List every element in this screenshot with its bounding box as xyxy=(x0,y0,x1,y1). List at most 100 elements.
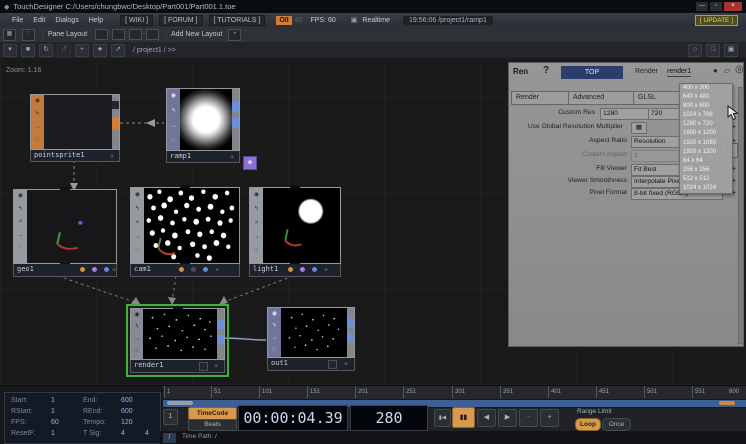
pickable-flag[interactable] xyxy=(104,267,109,272)
node-render1-selected[interactable]: ◉ ϟ → ☞ xyxy=(126,304,229,377)
panel-scrollbar[interactable] xyxy=(738,87,744,344)
node-plus[interactable]: + xyxy=(112,265,116,275)
menu-edit[interactable]: Edit xyxy=(33,17,45,24)
stat-value[interactable]: 600 xyxy=(121,407,133,417)
use-global-checkbox[interactable]: ▦ xyxy=(631,122,647,134)
node-name-bar[interactable]: render1 + xyxy=(130,360,225,373)
node-flag-icons[interactable]: ◉ ϟ × → ☞ xyxy=(14,190,27,263)
param-arrow-icon[interactable]: ▸ xyxy=(733,123,736,130)
render-flag[interactable] xyxy=(288,267,293,272)
render-flag[interactable] xyxy=(80,267,85,272)
menu-item-resolution[interactable]: 1280 x 720 xyxy=(680,120,732,129)
slash-icon[interactable]: / xyxy=(163,433,176,443)
hand-icon[interactable]: ☞ xyxy=(22,29,35,41)
stat-value[interactable]: 4 xyxy=(121,429,125,439)
beats-mode-button[interactable]: Beats xyxy=(188,419,237,431)
menu-item-resolution[interactable]: 256 x 256 xyxy=(680,166,732,175)
node-plus[interactable]: + xyxy=(324,265,328,275)
stat-value[interactable]: 120 xyxy=(121,418,133,428)
node-out1[interactable]: ◉ ϟ → ☞ out1 xyxy=(267,307,355,371)
menu-item-resolution[interactable]: 1920 x 1200 xyxy=(680,148,732,157)
custom-res-width-field[interactable]: 1280 xyxy=(600,108,650,120)
menu-item-resolution[interactable]: 64 x 64 xyxy=(680,157,732,166)
pane-circle-icon[interactable]: ○ xyxy=(688,44,702,57)
node-output-connector[interactable] xyxy=(217,309,224,359)
menu-item-resolution[interactable]: 1024 x 1024 xyxy=(680,184,732,193)
stat-value[interactable]: 600 xyxy=(121,396,133,406)
gear-icon[interactable]: ◎ xyxy=(735,64,744,75)
custom-res-height-field[interactable]: 720 xyxy=(648,108,682,120)
node-name-field[interactable]: render1 xyxy=(667,68,691,77)
menu-dialogs[interactable]: Dialogs xyxy=(55,17,78,24)
node-output-connector[interactable] xyxy=(232,89,239,150)
node-name-bar[interactable]: out1 + xyxy=(267,358,355,371)
pane-square-icon[interactable]: □ xyxy=(706,44,720,57)
once-button[interactable]: Once xyxy=(602,418,631,431)
node-geo1[interactable]: ◉ ϟ × → ☞ geo1 + xyxy=(13,189,117,277)
stat-value[interactable]: 60 xyxy=(51,418,59,428)
menu-item-resolution[interactable]: 640 x 480 xyxy=(680,93,732,102)
menu-item-resolution[interactable]: 1024 x 768 xyxy=(680,111,732,120)
pause-button[interactable]: ▮▮ xyxy=(452,407,475,428)
layout-option-split-h[interactable] xyxy=(129,29,142,40)
back-icon[interactable]: ▾ xyxy=(3,44,17,57)
node-light1[interactable]: ◉ ϟ × → ☞ light1 + xyxy=(249,187,341,277)
language-icon[interactable]: ▱ xyxy=(724,66,730,75)
stat-value[interactable]: 4 xyxy=(145,429,149,439)
node-cam1[interactable]: ◉ ϟ × → ☞ xyxy=(130,187,240,277)
layout-option-split-v[interactable] xyxy=(112,29,125,40)
node-flag-icons[interactable]: ◉ ϟ → ☞ xyxy=(167,89,180,150)
node-ramp1[interactable]: ◉ ϟ → ☞ ramp1 + ◈ xyxy=(166,88,240,163)
display-flag[interactable] xyxy=(328,360,337,369)
node-flag-icons[interactable]: ◉ ϟ × → ☞ xyxy=(250,188,263,263)
jump-icon[interactable]: ↗ xyxy=(111,44,125,57)
range-end-marker[interactable] xyxy=(719,401,735,405)
frame-step-box[interactable]: 1 xyxy=(163,409,178,425)
stat-value[interactable]: 1 xyxy=(51,396,55,406)
menu-item-resolution[interactable]: 1920 x 1080 xyxy=(680,139,732,148)
undo-icon[interactable]: ↺ xyxy=(57,44,71,57)
node-plus[interactable]: + xyxy=(215,265,219,275)
display-flag[interactable] xyxy=(199,362,208,371)
wiki-link[interactable]: [ WIKI ] xyxy=(120,15,153,26)
menu-help[interactable]: Help xyxy=(89,17,103,24)
maximize-button[interactable]: ▫ xyxy=(710,2,722,11)
pickable-flag[interactable] xyxy=(312,267,317,272)
menu-item-resolution[interactable]: 800 x 600 xyxy=(680,102,732,111)
close-button[interactable]: × xyxy=(724,2,742,11)
star-icon[interactable]: ★ xyxy=(93,44,107,57)
play-reverse-button[interactable]: ◀ xyxy=(477,409,496,427)
comment-icon[interactable]: ● xyxy=(713,66,718,75)
refresh-icon[interactable]: ↻ xyxy=(39,44,53,57)
plus-icon[interactable]: + xyxy=(75,44,89,57)
breadcrumb[interactable]: / project1 / >> xyxy=(133,47,176,54)
param-arrow-icon[interactable]: ▸ xyxy=(733,189,736,196)
realtime-check-icon[interactable]: ▣ xyxy=(351,16,358,24)
node-output-connector[interactable] xyxy=(347,308,354,357)
tutorials-link[interactable]: [ TUTORIALS ] xyxy=(209,15,266,26)
node-plus[interactable]: + xyxy=(230,152,234,162)
realtime-toggle[interactable]: Realtime xyxy=(362,17,390,24)
node-name-bar[interactable]: pointsprite1 + xyxy=(30,150,120,162)
stat-value[interactable]: 1 xyxy=(51,429,55,439)
layout-option-quad[interactable] xyxy=(146,29,159,40)
frame-ruler[interactable]: 1 51 101 151 201 251 301 351 401 451 501… xyxy=(163,386,746,399)
update-button[interactable]: [ UPDATE ] xyxy=(695,15,738,26)
perform-badge[interactable]: OII xyxy=(276,16,291,25)
display-flag[interactable] xyxy=(92,267,97,272)
node-plus[interactable]: + xyxy=(344,359,348,369)
pickable-flag[interactable] xyxy=(203,267,208,272)
step-forward-button[interactable]: + xyxy=(540,409,559,427)
range-scrub-thumb[interactable] xyxy=(167,401,193,405)
play-forward-button[interactable]: ▶ xyxy=(498,409,517,427)
menu-item-resolution[interactable]: 400 x 300 xyxy=(680,84,732,93)
render-flag[interactable] xyxy=(179,267,184,272)
node-flag-icons[interactable]: ◉ ϟ → ☞ xyxy=(131,309,143,359)
add-layout-plus-button[interactable]: + xyxy=(228,29,241,41)
node-render1[interactable]: ◉ ϟ → ☞ xyxy=(130,308,225,373)
node-pointsprite1[interactable]: ◉ ϟ → ☞ pointsprite1 + xyxy=(30,94,120,162)
tab-render[interactable]: Render xyxy=(511,91,569,105)
node-flag-icons[interactable]: ◉ ϟ × → ☞ xyxy=(131,188,144,263)
node-flag-icons[interactable]: ◉ ϟ → ☞ xyxy=(31,95,44,149)
node-output-connector[interactable] xyxy=(112,95,119,149)
